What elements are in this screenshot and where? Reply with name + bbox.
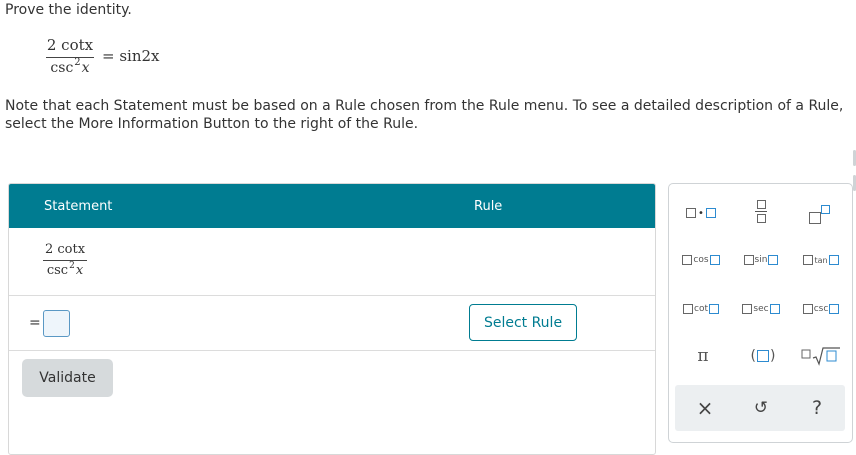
exponent-template-button[interactable] [797,196,841,230]
tan-template-button[interactable]: tan [797,250,845,270]
equals-sign: = [29,315,41,331]
row1-numerator: 2 cotx [44,242,86,257]
instruction-note: Note that each Statement must be based o… [5,97,855,133]
identity-numerator: 2 cotx [46,36,94,54]
identity-denominator: csc2x [50,57,90,76]
cos-template-button[interactable]: cos [677,250,725,270]
cot-template-button[interactable]: cot [677,299,725,319]
clear-icon[interactable]: × [683,393,727,423]
nth-root-icon [801,347,840,366]
fraction-template-button[interactable] [739,194,783,228]
help-icon[interactable]: ? [795,393,839,423]
math-palette: • cos sin tan cot sec csc π () × ↺ ? [668,183,853,443]
nth-root-template-button[interactable] [797,344,845,368]
header-rule: Rule [474,199,503,214]
statement-input[interactable] [43,310,70,337]
undo-icon[interactable]: ↺ [739,393,783,423]
statement-row-1: 2 cotx csc2x [43,238,87,278]
identity-rhs: = sin2x [102,47,160,65]
validate-button[interactable]: Validate [22,359,113,397]
note-line-2: select the More Information Button to th… [5,116,419,132]
row1-denominator: csc2x [46,261,84,278]
sin-template-button[interactable]: sin [737,250,785,270]
csc-template-button[interactable]: csc [797,299,845,319]
note-line-1: Note that each Statement must be based o… [5,98,844,114]
parentheses-template-button[interactable]: () [741,344,785,368]
multiply-template-button[interactable]: • [679,202,723,224]
pi-button[interactable]: π [683,344,723,368]
identity-fraction: 2 cotx csc2x [46,36,94,76]
select-rule-button[interactable]: Select Rule [469,304,577,341]
identity-expression: 2 cotx csc2x = sin2x [46,36,160,76]
sec-template-button[interactable]: sec [737,299,785,319]
header-statement: Statement [44,199,113,214]
prompt-instruction: Prove the identity. [5,2,132,18]
table-header: Statement Rule [9,184,655,228]
palette-footer: × ↺ ? [675,385,845,431]
